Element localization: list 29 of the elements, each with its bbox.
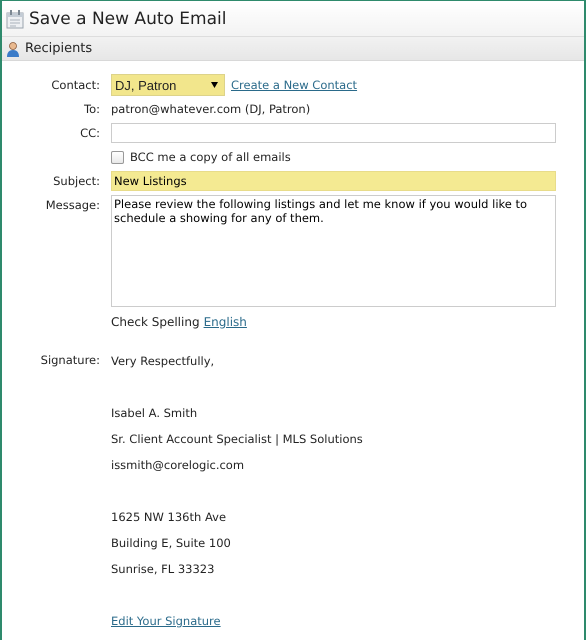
contact-dropdown[interactable]: DJ, Patron [111,74,225,96]
field-label: Message: [44,197,100,214]
recipient-address: patron@whatever.com (DJ, Patron) [111,102,310,116]
create-contact-link[interactable]: Create a New Contact [231,78,358,92]
signature-line: 1625 NW 136th Ave [111,509,228,526]
language-link[interactable]: English [204,315,247,329]
spell-check-label: Check Spelling [111,315,200,329]
section-title: Recipients [25,41,92,56]
calendar-icon [6,9,24,29]
field-label: To: [83,101,100,118]
person-icon [6,40,20,56]
signature-line: Sunrise, FL 33323 [111,561,216,578]
signature-line: Very Respectfully, [111,353,214,370]
signature-line: Building E, Suite 100 [111,535,231,552]
subject-field[interactable]: New Listings [111,171,556,191]
signature-line: issmith@corelogic.com [111,457,246,474]
message-field[interactable]: Please review the following listings and let me know if you would like to schedule a showing for any of them. [111,195,556,307]
window-title: Save a New Auto Email [29,9,226,29]
field-label: Signature: [40,352,100,369]
cc-field[interactable] [111,123,556,143]
field-label: Subject: [52,173,100,190]
edit-signature-link[interactable]: Edit Your Signature [111,608,221,634]
caret-icon [211,82,218,88]
bcc-label: BCC me a copy of all emails [130,150,291,164]
signature-line: Sr. Client Account Specialist | MLS Solutions [111,431,363,448]
bcc-checkbox[interactable] [111,150,124,164]
field-label: Contact: [50,77,100,94]
signature-line: Isabel A. Smith [111,405,198,422]
field-label: CC: [79,125,100,142]
